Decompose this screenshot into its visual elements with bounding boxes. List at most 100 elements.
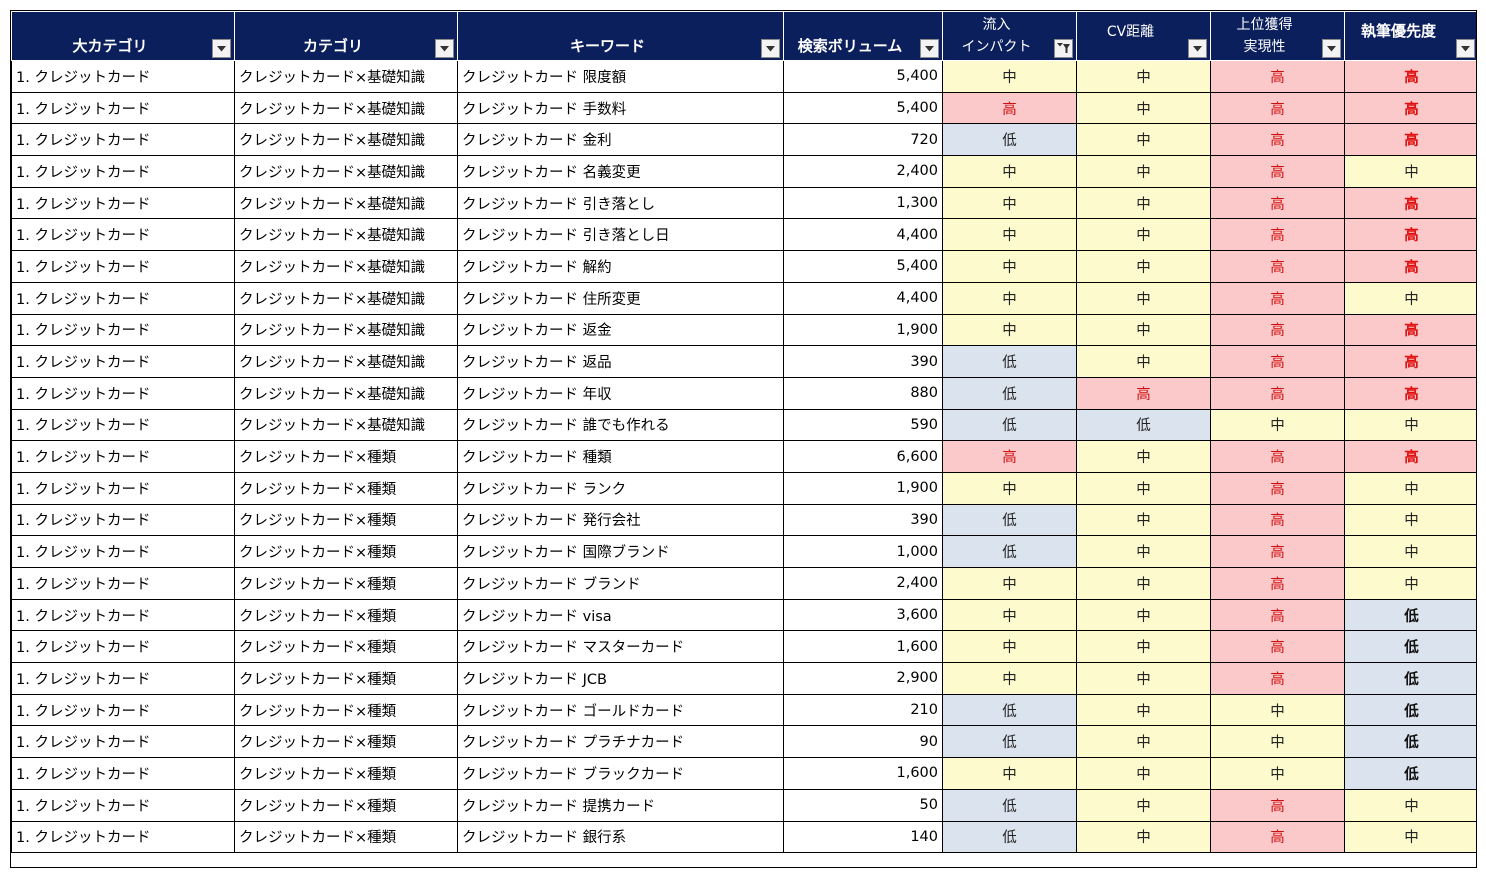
major-category-cell[interactable]: 1. クレジットカード <box>11 313 235 347</box>
search-volume-cell[interactable]: 1,300 <box>783 186 943 220</box>
filter-dropdown-button[interactable] <box>212 39 231 58</box>
major-category-cell[interactable]: 1. クレジットカード <box>11 567 235 600</box>
search-volume-cell[interactable]: 1,600 <box>783 757 943 790</box>
category-cell[interactable]: クレジットカード×種類 <box>234 471 458 505</box>
category-cell[interactable]: クレジットカード×種類 <box>234 725 458 759</box>
keyword-cell[interactable]: クレジットカード マスターカード <box>457 630 784 664</box>
inflow-impact-cell[interactable]: 中 <box>942 186 1077 220</box>
major-category-cell[interactable]: 1. クレジットカード <box>11 788 235 822</box>
keyword-cell[interactable]: クレジットカード プラチナカード <box>457 725 784 759</box>
keyword-cell[interactable]: クレジットカード visa <box>457 598 784 632</box>
ranking-feasibility-cell[interactable]: 高 <box>1210 503 1345 537</box>
major-category-cell[interactable]: 1. クレジットカード <box>11 440 235 473</box>
inflow-impact-cell[interactable]: 低 <box>942 820 1077 854</box>
major-category-cell[interactable]: 1. クレジットカード <box>11 820 235 854</box>
major-category-cell[interactable]: 1. クレジットカード <box>11 693 235 727</box>
category-cell[interactable]: クレジットカード×基礎知識 <box>234 186 458 220</box>
cv-distance-cell[interactable]: 中 <box>1076 155 1211 188</box>
cv-distance-cell[interactable]: 中 <box>1076 503 1211 537</box>
search-volume-cell[interactable]: 6,600 <box>783 440 943 473</box>
major-category-cell[interactable]: 1. クレジットカード <box>11 471 235 505</box>
ranking-feasibility-cell[interactable]: 高 <box>1210 820 1345 854</box>
keyword-cell[interactable]: クレジットカード ブランド <box>457 567 784 600</box>
search-volume-cell[interactable]: 590 <box>783 408 943 442</box>
search-volume-cell[interactable]: 140 <box>783 820 943 854</box>
cv-distance-cell[interactable]: 中 <box>1076 788 1211 822</box>
writing-priority-cell[interactable]: 中 <box>1344 567 1476 600</box>
major-category-cell[interactable]: 1. クレジットカード <box>11 345 235 378</box>
cv-distance-cell[interactable]: 低 <box>1076 408 1211 442</box>
writing-priority-cell[interactable]: 高 <box>1344 345 1476 378</box>
keyword-cell[interactable]: クレジットカード 発行会社 <box>457 503 784 537</box>
cv-distance-cell[interactable]: 中 <box>1076 218 1211 252</box>
writing-priority-cell[interactable]: 高 <box>1344 91 1476 125</box>
search-volume-cell[interactable]: 2,400 <box>783 567 943 600</box>
filter-active-button[interactable] <box>1054 39 1073 58</box>
cv-distance-cell[interactable]: 中 <box>1076 693 1211 727</box>
search-volume-cell[interactable]: 2,400 <box>783 155 943 188</box>
cv-distance-cell[interactable]: 中 <box>1076 91 1211 125</box>
inflow-impact-cell[interactable]: 中 <box>942 567 1077 600</box>
writing-priority-cell[interactable]: 高 <box>1344 376 1476 410</box>
category-cell[interactable]: クレジットカード×種類 <box>234 567 458 600</box>
writing-priority-cell[interactable]: 高 <box>1344 123 1476 157</box>
ranking-feasibility-cell[interactable]: 高 <box>1210 281 1345 315</box>
ranking-feasibility-cell[interactable]: 中 <box>1210 725 1345 759</box>
filter-dropdown-button[interactable] <box>1322 39 1341 58</box>
keyword-cell[interactable]: クレジットカード 引き落とし日 <box>457 218 784 252</box>
cv-distance-cell[interactable]: 中 <box>1076 725 1211 759</box>
keyword-cell[interactable]: クレジットカード 提携カード <box>457 788 784 822</box>
category-cell[interactable]: クレジットカード×種類 <box>234 757 458 790</box>
filter-dropdown-button[interactable] <box>761 39 780 58</box>
search-volume-cell[interactable]: 4,400 <box>783 218 943 252</box>
major-category-cell[interactable]: 1. クレジットカード <box>11 630 235 664</box>
cv-distance-cell[interactable]: 中 <box>1076 757 1211 790</box>
filter-dropdown-button[interactable] <box>920 39 939 58</box>
writing-priority-cell[interactable]: 高 <box>1344 440 1476 473</box>
major-category-cell[interactable]: 1. クレジットカード <box>11 376 235 410</box>
search-volume-cell[interactable]: 390 <box>783 345 943 378</box>
keyword-cell[interactable]: クレジットカード 種類 <box>457 440 784 473</box>
keyword-cell[interactable]: クレジットカード 返品 <box>457 345 784 378</box>
major-category-cell[interactable]: 1. クレジットカード <box>11 123 235 157</box>
ranking-feasibility-cell[interactable]: 高 <box>1210 123 1345 157</box>
category-cell[interactable]: クレジットカード×種類 <box>234 440 458 473</box>
category-cell[interactable]: クレジットカード×種類 <box>234 788 458 822</box>
major-category-cell[interactable]: 1. クレジットカード <box>11 186 235 220</box>
search-volume-cell[interactable]: 1,600 <box>783 630 943 664</box>
ranking-feasibility-cell[interactable]: 高 <box>1210 250 1345 283</box>
search-volume-cell[interactable]: 2,900 <box>783 662 943 695</box>
writing-priority-cell[interactable]: 高 <box>1344 186 1476 220</box>
writing-priority-cell[interactable]: 低 <box>1344 693 1476 727</box>
ranking-feasibility-cell[interactable]: 高 <box>1210 598 1345 632</box>
ranking-feasibility-cell[interactable]: 高 <box>1210 60 1345 93</box>
major-category-cell[interactable]: 1. クレジットカード <box>11 598 235 632</box>
ranking-feasibility-cell[interactable]: 高 <box>1210 155 1345 188</box>
major-category-cell[interactable]: 1. クレジットカード <box>11 503 235 537</box>
ranking-feasibility-cell[interactable]: 高 <box>1210 662 1345 695</box>
search-volume-cell[interactable]: 880 <box>783 376 943 410</box>
ranking-feasibility-cell[interactable]: 高 <box>1210 630 1345 664</box>
writing-priority-cell[interactable]: 高 <box>1344 250 1476 283</box>
cv-distance-cell[interactable]: 中 <box>1076 630 1211 664</box>
keyword-cell[interactable]: クレジットカード 国際ブランド <box>457 535 784 568</box>
cv-distance-cell[interactable]: 中 <box>1076 471 1211 505</box>
cv-distance-cell[interactable]: 中 <box>1076 250 1211 283</box>
cv-distance-cell[interactable]: 中 <box>1076 598 1211 632</box>
inflow-impact-cell[interactable]: 低 <box>942 535 1077 568</box>
ranking-feasibility-cell[interactable]: 高 <box>1210 535 1345 568</box>
category-cell[interactable]: クレジットカード×種類 <box>234 630 458 664</box>
inflow-impact-cell[interactable]: 中 <box>942 155 1077 188</box>
writing-priority-cell[interactable]: 中 <box>1344 155 1476 188</box>
cv-distance-cell[interactable]: 中 <box>1076 123 1211 157</box>
major-category-cell[interactable]: 1. クレジットカード <box>11 757 235 790</box>
search-volume-cell[interactable]: 390 <box>783 503 943 537</box>
filter-dropdown-button[interactable] <box>1188 39 1207 58</box>
search-volume-cell[interactable]: 720 <box>783 123 943 157</box>
inflow-impact-cell[interactable]: 中 <box>942 250 1077 283</box>
inflow-impact-cell[interactable]: 中 <box>942 630 1077 664</box>
keyword-cell[interactable]: クレジットカード 限度額 <box>457 60 784 93</box>
category-cell[interactable]: クレジットカード×基礎知識 <box>234 155 458 188</box>
ranking-feasibility-cell[interactable]: 高 <box>1210 440 1345 473</box>
writing-priority-cell[interactable]: 中 <box>1344 281 1476 315</box>
